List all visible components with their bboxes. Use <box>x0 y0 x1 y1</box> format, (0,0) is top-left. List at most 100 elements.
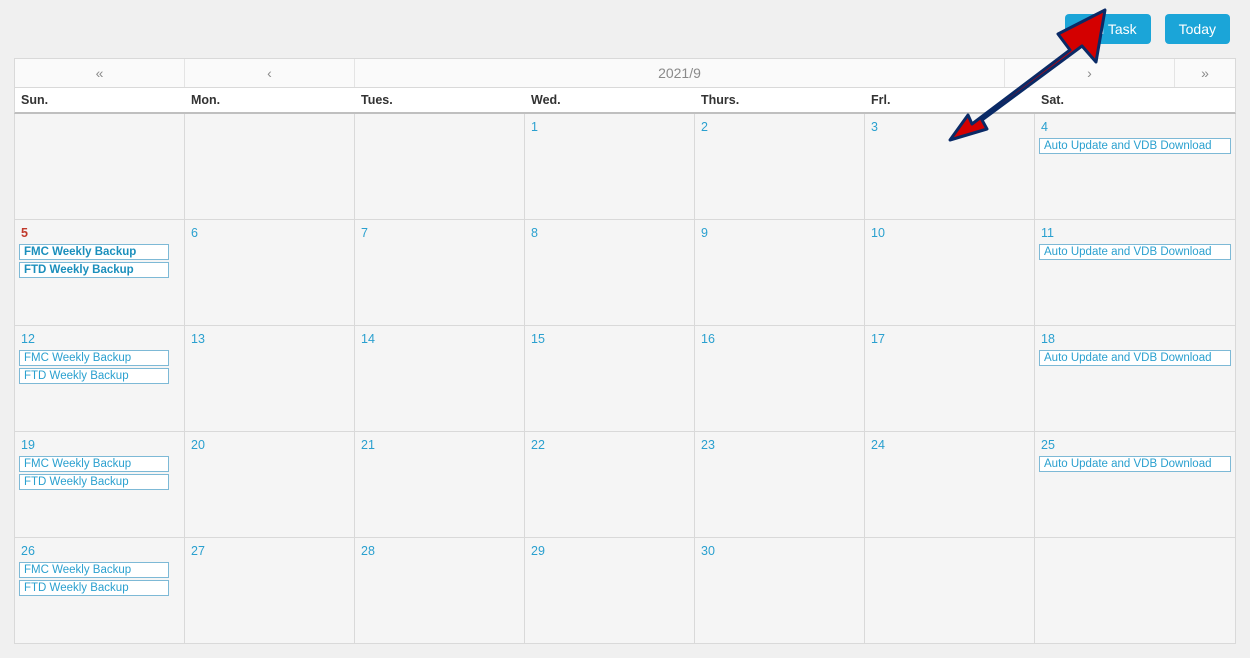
day-number[interactable]: 15 <box>531 332 545 346</box>
day-number[interactable]: 16 <box>701 332 715 346</box>
calendar-cell[interactable]: 14 <box>355 326 525 432</box>
event-list: FMC Weekly Backup FTD Weekly Backup <box>19 350 180 384</box>
event-item[interactable]: FTD Weekly Backup <box>19 368 169 384</box>
event-list: FMC Weekly Backup FTD Weekly Backup <box>19 244 180 278</box>
next-year-button[interactable]: » <box>1175 59 1235 87</box>
day-number[interactable]: 19 <box>21 438 35 452</box>
calendar-cell[interactable]: 1 <box>525 114 695 220</box>
day-number[interactable]: 28 <box>361 544 375 558</box>
event-item[interactable]: FMC Weekly Backup <box>19 456 169 472</box>
calendar-cell[interactable]: 19 FMC Weekly Backup FTD Weekly Backup <box>15 432 185 538</box>
weekday-header: Wed. <box>525 88 695 112</box>
calendar-title: 2021/9 <box>355 59 1005 87</box>
calendar-cell[interactable]: 26 FMC Weekly Backup FTD Weekly Backup <box>15 538 185 644</box>
day-number[interactable]: 10 <box>871 226 885 240</box>
calendar-cell[interactable]: 3 <box>865 114 1035 220</box>
scheduler-page: Add Task Today « ‹ 2021/9 › » Sun. Mon. … <box>0 0 1250 654</box>
day-number[interactable]: 8 <box>531 226 538 240</box>
calendar-cell[interactable]: 18 Auto Update and VDB Download <box>1035 326 1236 432</box>
calendar-cell[interactable]: 29 <box>525 538 695 644</box>
day-number[interactable]: 22 <box>531 438 545 452</box>
day-number[interactable]: 6 <box>191 226 198 240</box>
calendar-cell[interactable]: 9 <box>695 220 865 326</box>
event-item[interactable]: Auto Update and VDB Download <box>1039 138 1231 154</box>
event-item[interactable]: Auto Update and VDB Download <box>1039 456 1231 472</box>
calendar-cell[interactable] <box>185 114 355 220</box>
event-item[interactable]: FMC Weekly Backup <box>19 562 169 578</box>
calendar-cell[interactable] <box>865 538 1035 644</box>
day-number[interactable]: 11 <box>1041 226 1054 240</box>
day-number[interactable]: 1 <box>531 120 538 134</box>
calendar-cell[interactable]: 22 <box>525 432 695 538</box>
weekday-header: Frl. <box>865 88 1035 112</box>
weekday-header-row: Sun. Mon. Tues. Wed. Thurs. Frl. Sat. <box>14 88 1236 114</box>
calendar-cell[interactable]: 24 <box>865 432 1035 538</box>
weekday-header: Sun. <box>15 88 185 112</box>
weekday-header: Sat. <box>1035 88 1235 112</box>
day-number[interactable]: 13 <box>191 332 205 346</box>
event-item[interactable]: FTD Weekly Backup <box>19 474 169 490</box>
top-action-bar: Add Task Today <box>14 10 1236 58</box>
event-item[interactable]: FTD Weekly Backup <box>19 262 169 278</box>
weekday-header: Mon. <box>185 88 355 112</box>
day-number[interactable]: 5 <box>21 226 28 240</box>
day-number[interactable]: 14 <box>361 332 375 346</box>
day-number[interactable]: 29 <box>531 544 545 558</box>
weekday-header: Thurs. <box>695 88 865 112</box>
prev-year-button[interactable]: « <box>15 59 185 87</box>
calendar-cell[interactable]: 2 <box>695 114 865 220</box>
calendar-grid: 1234Auto Update and VDB Download5FMC Wee… <box>14 114 1236 644</box>
day-number[interactable]: 18 <box>1041 332 1055 346</box>
calendar-cell[interactable]: 11 Auto Update and VDB Download <box>1035 220 1236 326</box>
calendar-cell[interactable]: 4 Auto Update and VDB Download <box>1035 114 1236 220</box>
calendar-cell[interactable]: 20 <box>185 432 355 538</box>
calendar-cell[interactable]: 21 <box>355 432 525 538</box>
day-number[interactable]: 27 <box>191 544 205 558</box>
calendar-nav-bar: « ‹ 2021/9 › » <box>14 58 1236 88</box>
today-button[interactable]: Today <box>1165 14 1230 44</box>
calendar-cell[interactable]: 8 <box>525 220 695 326</box>
add-task-button[interactable]: Add Task <box>1065 14 1150 44</box>
day-number[interactable]: 4 <box>1041 120 1048 134</box>
calendar-cell[interactable]: 27 <box>185 538 355 644</box>
day-number[interactable]: 23 <box>701 438 715 452</box>
day-number[interactable]: 7 <box>361 226 368 240</box>
event-list: FMC Weekly Backup FTD Weekly Backup <box>19 456 180 490</box>
calendar-cell[interactable]: 6 <box>185 220 355 326</box>
event-list: Auto Update and VDB Download <box>1039 138 1231 154</box>
calendar-cell[interactable]: 28 <box>355 538 525 644</box>
calendar-cell[interactable] <box>15 114 185 220</box>
calendar-cell[interactable] <box>1035 538 1236 644</box>
day-number[interactable]: 21 <box>361 438 375 452</box>
calendar-cell[interactable]: 10 <box>865 220 1035 326</box>
event-item[interactable]: FMC Weekly Backup <box>19 350 169 366</box>
day-number[interactable]: 20 <box>191 438 205 452</box>
day-number[interactable]: 12 <box>21 332 35 346</box>
calendar-cell[interactable]: 5 FMC Weekly Backup FTD Weekly Backup <box>15 220 185 326</box>
calendar-cell[interactable]: 7 <box>355 220 525 326</box>
prev-month-button[interactable]: ‹ <box>185 59 355 87</box>
event-list: FMC Weekly Backup FTD Weekly Backup <box>19 562 180 596</box>
calendar-cell[interactable]: 23 <box>695 432 865 538</box>
event-item[interactable]: FTD Weekly Backup <box>19 580 169 596</box>
day-number[interactable]: 17 <box>871 332 885 346</box>
day-number[interactable]: 26 <box>21 544 35 558</box>
calendar-cell[interactable]: 13 <box>185 326 355 432</box>
next-month-button[interactable]: › <box>1005 59 1175 87</box>
day-number[interactable]: 25 <box>1041 438 1055 452</box>
event-item[interactable]: FMC Weekly Backup <box>19 244 169 260</box>
calendar-cell[interactable] <box>355 114 525 220</box>
day-number[interactable]: 2 <box>701 120 708 134</box>
calendar-cell[interactable]: 25 Auto Update and VDB Download <box>1035 432 1236 538</box>
calendar-cell[interactable]: 30 <box>695 538 865 644</box>
calendar-cell[interactable]: 16 <box>695 326 865 432</box>
calendar-cell[interactable]: 17 <box>865 326 1035 432</box>
day-number[interactable]: 3 <box>871 120 878 134</box>
event-item[interactable]: Auto Update and VDB Download <box>1039 244 1231 260</box>
calendar-cell[interactable]: 12 FMC Weekly Backup FTD Weekly Backup <box>15 326 185 432</box>
day-number[interactable]: 9 <box>701 226 708 240</box>
day-number[interactable]: 24 <box>871 438 885 452</box>
event-item[interactable]: Auto Update and VDB Download <box>1039 350 1231 366</box>
calendar-cell[interactable]: 15 <box>525 326 695 432</box>
day-number[interactable]: 30 <box>701 544 715 558</box>
